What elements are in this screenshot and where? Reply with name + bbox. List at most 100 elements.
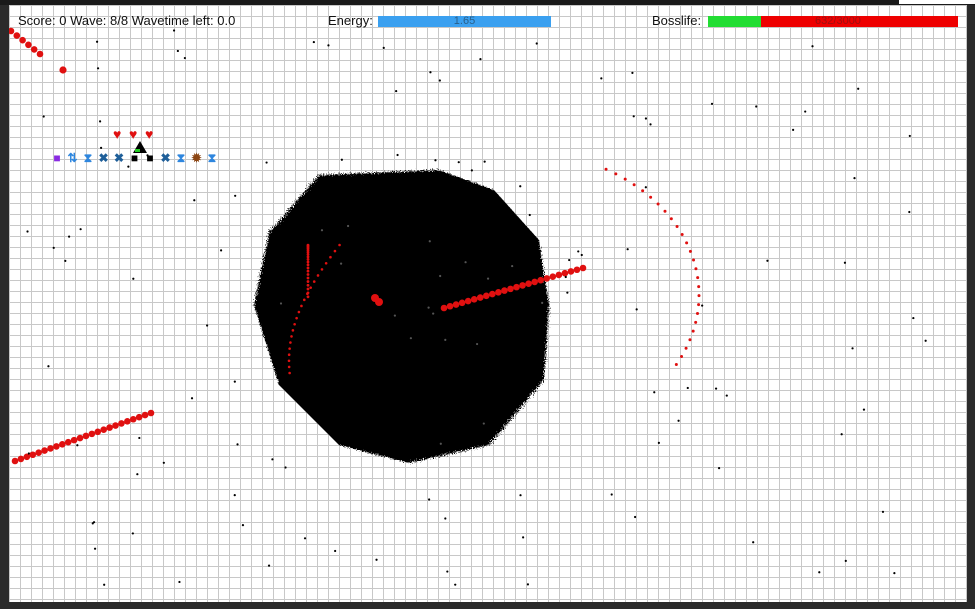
projectile: [656, 202, 660, 206]
projectile: [147, 409, 155, 417]
wavetime-value: 0.0: [217, 13, 236, 28]
projectile: [324, 261, 328, 265]
projectile: [513, 283, 520, 291]
debris-particle: [382, 46, 385, 49]
projectile: [537, 276, 544, 284]
debris-particle: [438, 79, 441, 82]
projectile: [692, 258, 696, 262]
projectile: [64, 438, 72, 446]
debris-particle: [64, 259, 67, 262]
debris-particle: [409, 337, 412, 340]
projectile: [632, 183, 636, 187]
projectile: [289, 341, 292, 344]
debris-particle: [766, 259, 769, 262]
debris-particle: [284, 466, 287, 469]
debris-particle: [131, 532, 134, 535]
projectile: [695, 312, 699, 316]
window-top-edge: [899, 0, 975, 4]
debris-particle: [265, 161, 268, 164]
debris-particle: [303, 537, 307, 540]
projectile: [35, 449, 42, 456]
projectile: [112, 422, 119, 429]
debris-particle: [136, 473, 139, 476]
debris-particle: [396, 153, 399, 157]
projectile: [694, 267, 698, 271]
game-arena[interactable]: Score: 0 Wave: 8/8 Wavetime left: 0.0 En…: [9, 5, 967, 602]
projectile: [555, 271, 563, 279]
projectile: [290, 335, 293, 338]
projectile: [680, 233, 684, 237]
projectile: [76, 434, 84, 442]
purple-square-icon: ■: [53, 151, 61, 165]
score-value: 0: [59, 13, 67, 28]
projectile: [531, 278, 538, 286]
projectile: [288, 347, 291, 350]
debris-particle: [631, 71, 634, 74]
projectile: [697, 303, 701, 307]
projectile: [674, 363, 678, 367]
projectile: [329, 255, 332, 259]
projectile: [306, 283, 310, 287]
debris-particle: [52, 246, 55, 249]
debris-particle: [686, 386, 689, 390]
debris-particle: [564, 275, 567, 279]
projectile: [543, 275, 551, 282]
debris-particle: [241, 524, 245, 527]
debris-particle: [475, 342, 479, 346]
debris-particle: [457, 161, 460, 164]
projectile: [697, 285, 701, 289]
projectile: [288, 371, 291, 375]
projectile: [59, 66, 67, 74]
projectile: [573, 266, 581, 274]
debris-particle: [339, 262, 343, 265]
debris-particle: [279, 302, 283, 305]
projectile: [680, 354, 684, 358]
energy-bar: 1.65: [378, 16, 551, 27]
hourglass-icon: ⧗: [176, 150, 186, 165]
debris-particle: [857, 87, 860, 90]
projectile: [300, 304, 303, 308]
projectile: [525, 280, 532, 287]
wavetime-label: Wavetime left:: [131, 13, 214, 28]
debris-particle: [610, 493, 613, 496]
debris-particle: [439, 442, 442, 445]
debris-particle: [470, 169, 473, 172]
heart-icon: ♥: [145, 126, 154, 142]
projectile: [483, 292, 490, 300]
debris-particle: [644, 117, 648, 120]
debris-particle: [851, 347, 854, 350]
debris-particle: [42, 115, 45, 118]
debris-particle: [752, 541, 755, 544]
debris-particle: [96, 67, 100, 70]
projectile: [641, 189, 645, 193]
projectile: [696, 276, 700, 280]
projectile: [507, 285, 514, 293]
projectile: [295, 316, 298, 320]
debris-particle: [432, 312, 435, 315]
debris-particle: [633, 515, 637, 519]
projectile: [287, 353, 291, 357]
debris-particle: [27, 452, 30, 455]
projectile: [287, 359, 291, 363]
debris-particle: [320, 229, 324, 232]
projectile: [688, 338, 692, 342]
projectile: [549, 273, 557, 280]
debris-particle: [79, 228, 82, 231]
debris-particle: [577, 250, 580, 253]
projectile: [100, 426, 107, 433]
debris-particle: [482, 422, 485, 425]
game-scene: [9, 27, 927, 586]
score-readout: Score: 0 Wave: 8/8 Wavetime left: 0.0: [18, 13, 235, 28]
spiky-mine-icon: ✹: [191, 151, 202, 165]
debris-particle: [755, 105, 758, 108]
projectile: [579, 264, 587, 272]
black-square-icon: ■: [146, 151, 154, 165]
projectile: [30, 46, 38, 53]
projectile: [291, 329, 295, 332]
debris-particle: [541, 301, 544, 304]
projectile: [70, 436, 78, 444]
debris-particle: [535, 42, 538, 45]
projectile: [36, 50, 44, 58]
projectile: [476, 294, 484, 301]
debris-particle: [234, 194, 237, 197]
